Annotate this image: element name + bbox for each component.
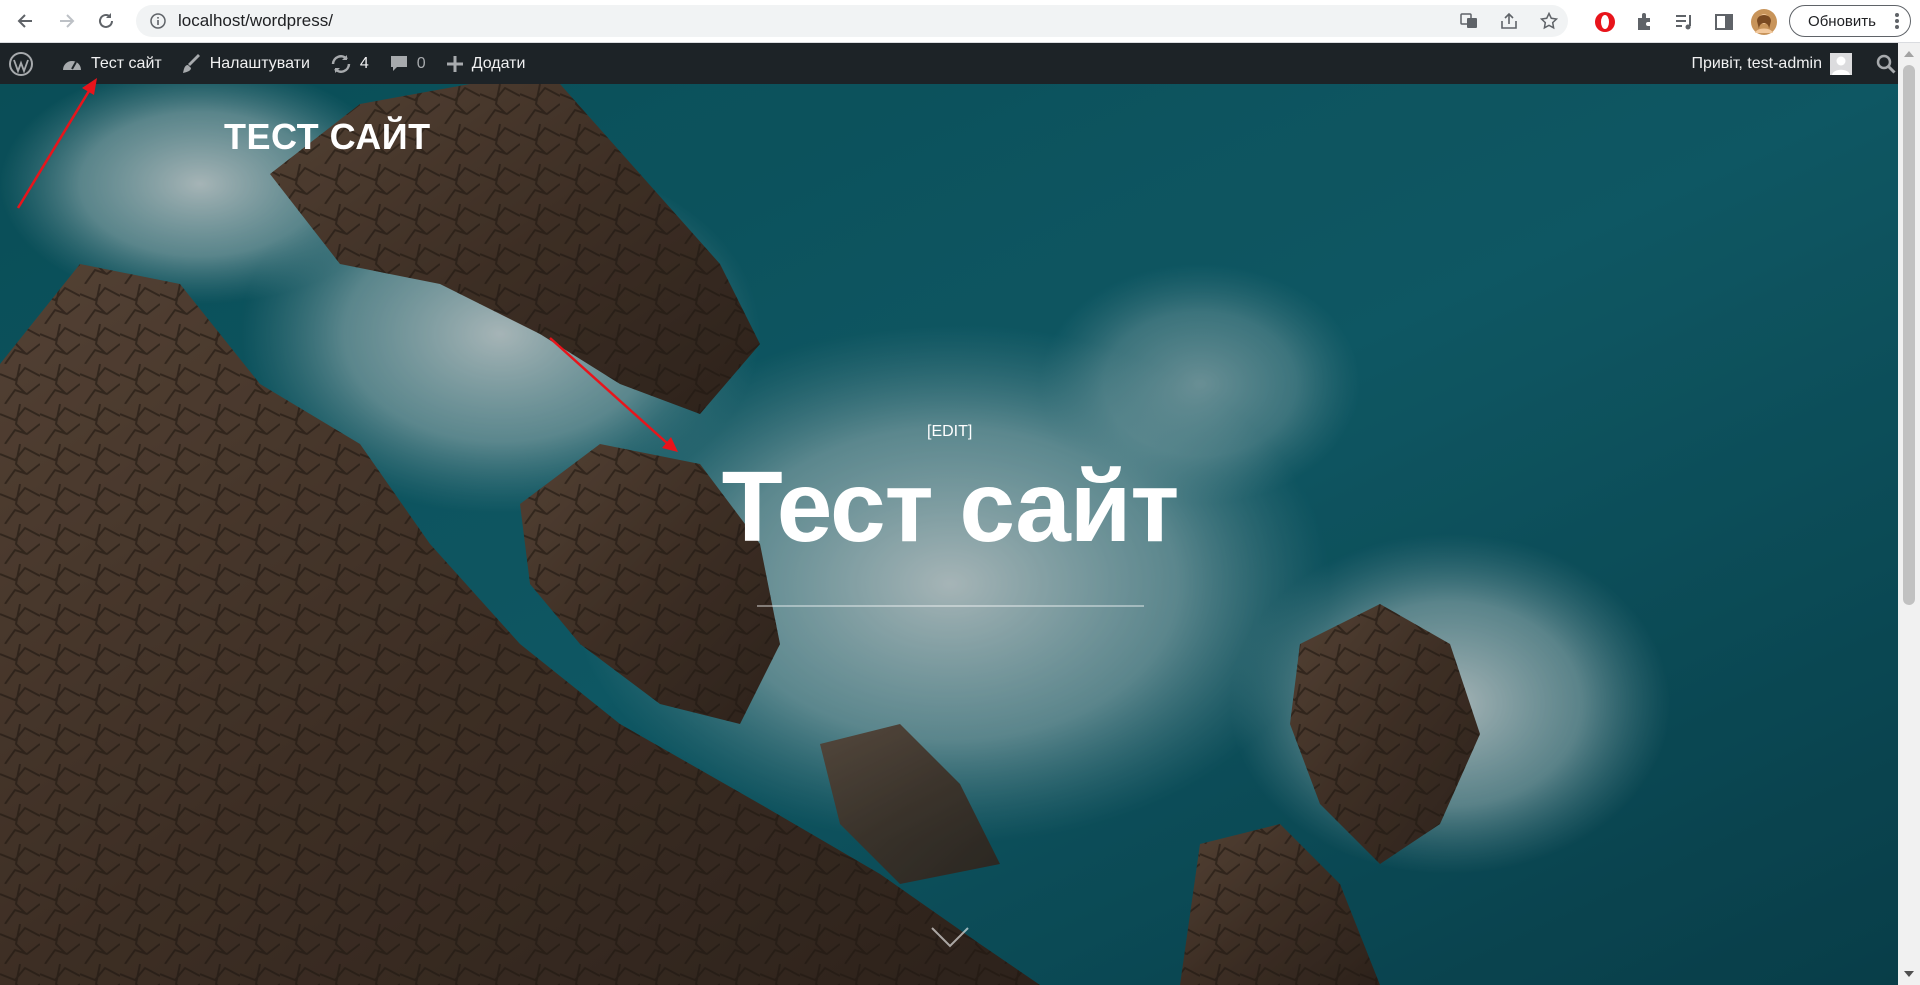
url-text[interactable]: localhost/wordpress/ bbox=[178, 11, 333, 31]
new-content-menu[interactable]: Додати bbox=[434, 43, 534, 84]
reload-button[interactable] bbox=[86, 1, 126, 41]
comments-count: 0 bbox=[416, 54, 426, 72]
scroll-down-chevron-icon[interactable] bbox=[930, 926, 970, 950]
sidepanel-icon bbox=[1715, 13, 1733, 30]
back-button[interactable] bbox=[6, 1, 46, 41]
site-title[interactable]: ТЕСТ САЙТ bbox=[224, 116, 431, 158]
new-content-label: Додати bbox=[471, 54, 526, 72]
paintbrush-icon bbox=[182, 53, 200, 73]
update-browser-button[interactable]: Обновить bbox=[1789, 5, 1911, 37]
media-icon bbox=[1676, 14, 1691, 29]
wp-admin-bar: Тест сайт Налаштувати 4 0 Додати Привіт,… bbox=[0, 43, 1920, 84]
browser-toolbar: localhost/wordpress/ Обновить bbox=[0, 0, 1920, 43]
user-avatar-icon bbox=[1830, 52, 1852, 75]
forward-icon bbox=[60, 14, 75, 28]
updates-count: 4 bbox=[359, 54, 369, 72]
updates-menu[interactable]: 4 bbox=[318, 43, 377, 84]
address-bar[interactable]: localhost/wordpress/ bbox=[136, 5, 1568, 37]
sidepanel-button[interactable] bbox=[1714, 0, 1734, 43]
media-button[interactable] bbox=[1674, 0, 1694, 43]
customize-label: Налаштувати bbox=[209, 54, 310, 72]
updates-icon bbox=[331, 54, 351, 73]
search-icon bbox=[1876, 54, 1896, 74]
more-menu-icon[interactable] bbox=[1894, 11, 1900, 31]
opera-extension[interactable] bbox=[1594, 0, 1616, 43]
site-name-label: Тест сайт bbox=[91, 54, 162, 72]
bookmark-star-icon[interactable] bbox=[1540, 12, 1558, 30]
site-name-menu[interactable]: Тест сайт bbox=[41, 43, 170, 84]
info-icon bbox=[150, 13, 166, 29]
wordpress-logo-icon bbox=[9, 51, 33, 76]
extensions-button[interactable] bbox=[1634, 0, 1654, 43]
opera-icon bbox=[1595, 11, 1615, 32]
back-icon bbox=[17, 14, 32, 28]
profile-button[interactable] bbox=[1751, 0, 1777, 43]
scroll-up-arrow[interactable] bbox=[1904, 51, 1914, 57]
share-icon[interactable] bbox=[1500, 12, 1518, 30]
translate-icon[interactable] bbox=[1460, 12, 1478, 30]
dashboard-icon bbox=[63, 60, 81, 70]
extensions-icon bbox=[1638, 12, 1650, 30]
reload-icon bbox=[99, 13, 113, 28]
hero-cover: ТЕСТ САЙТ [EDIT] Тест сайт bbox=[0, 84, 1898, 985]
scroll-down-arrow[interactable] bbox=[1904, 971, 1914, 977]
hero-title: Тест сайт bbox=[721, 451, 1180, 563]
hero-separator bbox=[757, 605, 1144, 607]
update-browser-label: Обновить bbox=[1808, 12, 1876, 30]
plus-icon bbox=[446, 55, 463, 72]
greeting-label: Привіт, test-admin bbox=[1691, 54, 1822, 72]
profile-avatar bbox=[1751, 8, 1777, 35]
page-scrollbar[interactable] bbox=[1898, 43, 1920, 985]
customize-menu[interactable]: Налаштувати bbox=[170, 43, 318, 84]
comments-menu[interactable]: 0 bbox=[377, 43, 434, 84]
edit-link[interactable]: [EDIT] bbox=[927, 423, 972, 441]
forward-button[interactable] bbox=[46, 1, 86, 41]
wp-logo-menu[interactable] bbox=[0, 43, 41, 84]
scroll-thumb[interactable] bbox=[1903, 65, 1915, 605]
my-account-menu[interactable]: Привіт, test-admin bbox=[1683, 43, 1860, 84]
comment-icon bbox=[390, 55, 407, 71]
